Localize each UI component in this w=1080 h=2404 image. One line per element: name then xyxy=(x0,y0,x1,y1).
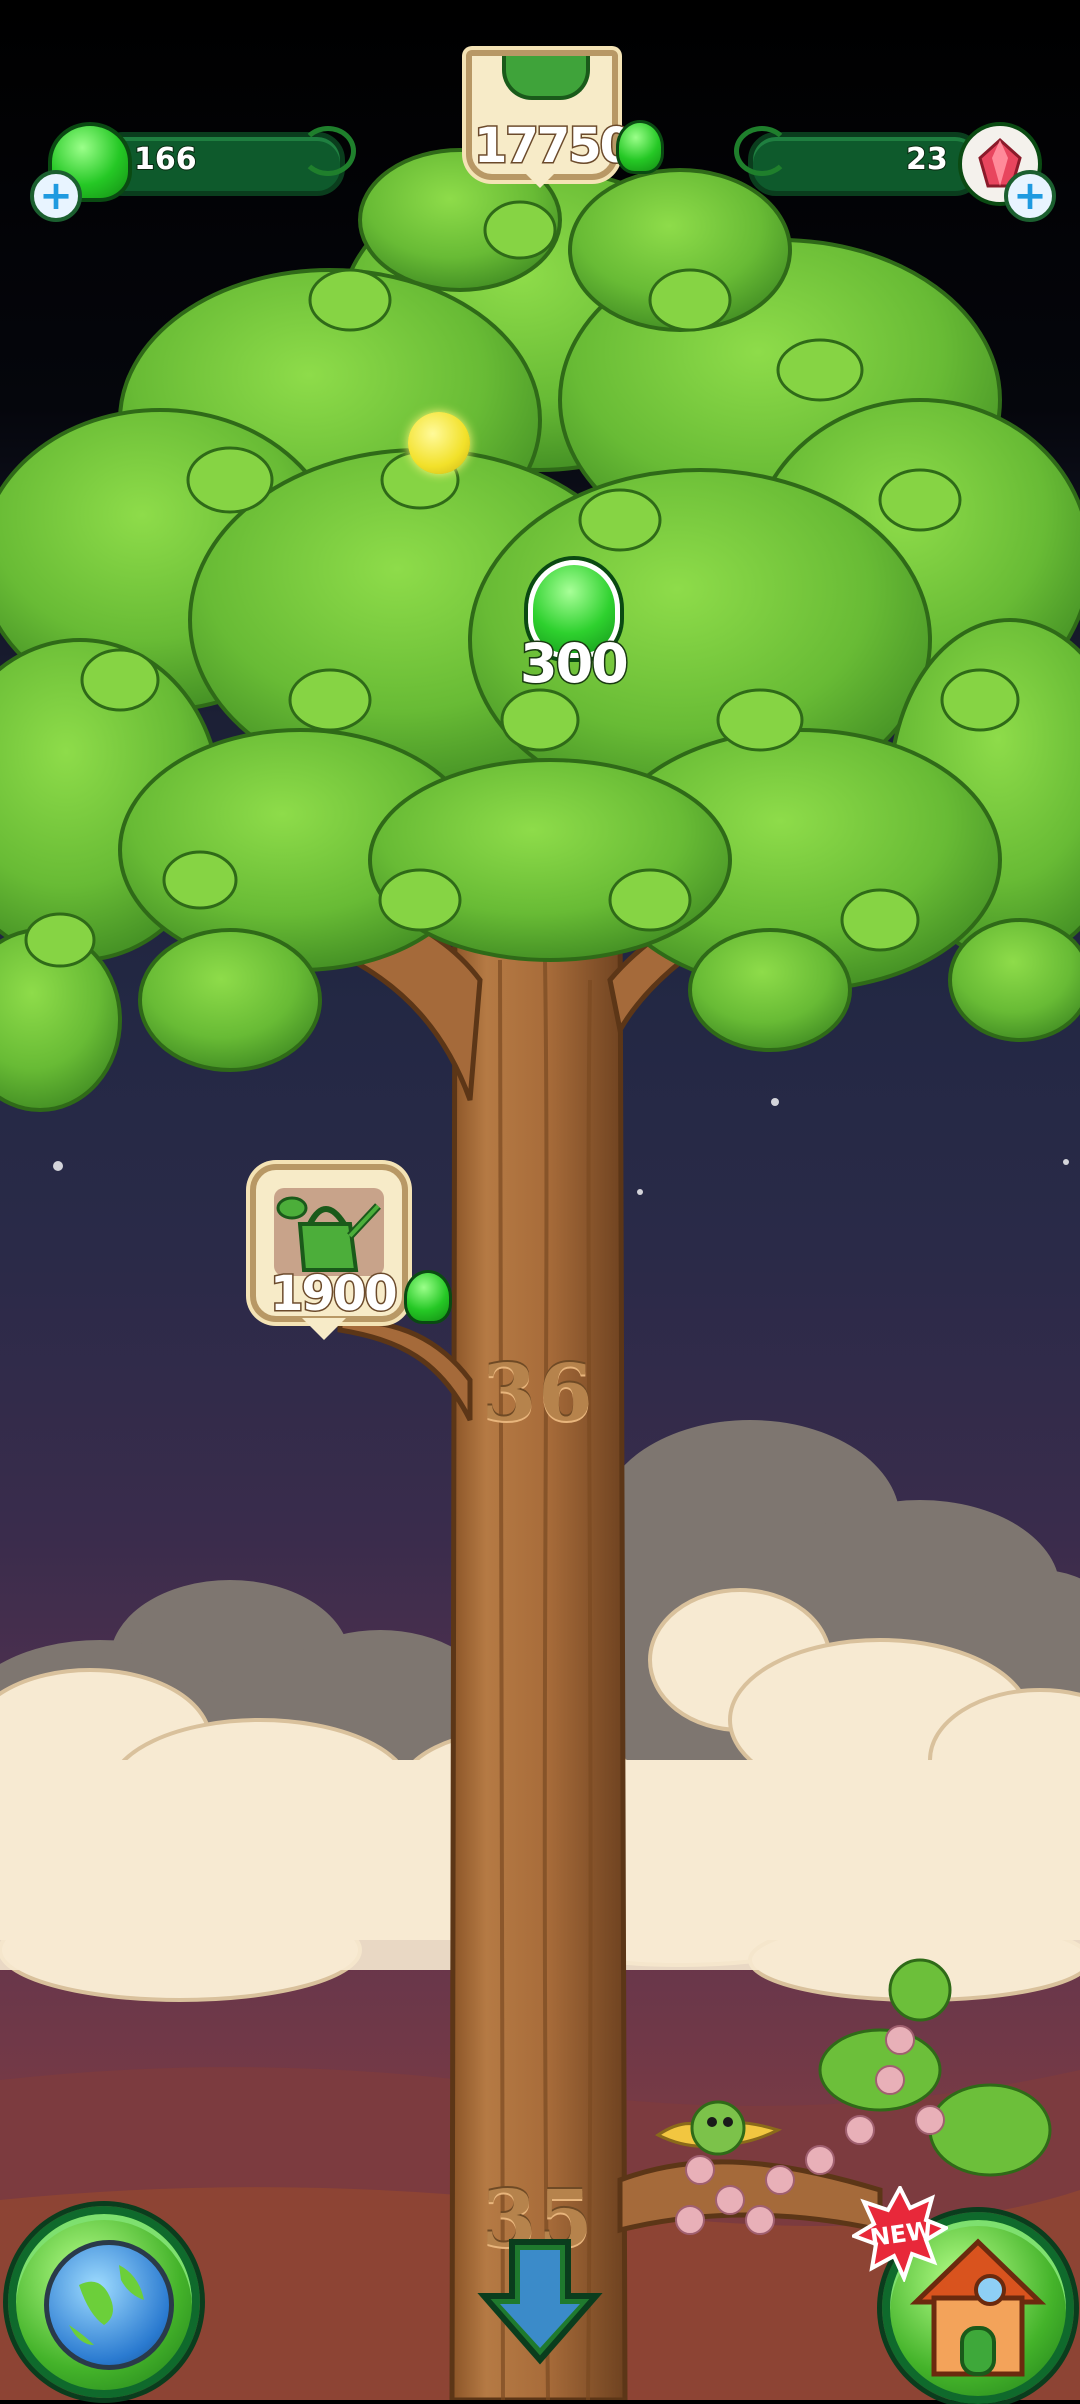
level-number-upper: 36 xyxy=(482,1348,595,1439)
vine-icon xyxy=(300,126,356,176)
next-level-cost: 17750 xyxy=(473,117,635,176)
game-scene-background xyxy=(0,0,1080,2400)
globe-button[interactable] xyxy=(8,2206,200,2398)
jelly-pickup-value: 300 xyxy=(519,631,631,697)
jelly-count: 166 xyxy=(133,141,198,178)
green-bird xyxy=(648,2090,788,2170)
add-gem-button[interactable]: + xyxy=(1004,170,1056,222)
globe-icon xyxy=(44,2240,174,2370)
watering-can-cost: 1900 xyxy=(269,1265,400,1324)
add-jelly-button[interactable]: + xyxy=(30,170,82,222)
green-jelly-icon xyxy=(404,1270,452,1324)
down-arrow-icon xyxy=(477,2239,603,2365)
gem-count: 23 xyxy=(905,141,949,178)
vine-icon xyxy=(734,126,790,176)
new-badge: NEW xyxy=(849,2183,951,2284)
yellow-fruit[interactable] xyxy=(408,412,470,474)
scroll-down-button[interactable] xyxy=(476,2236,604,2366)
watering-can-icon xyxy=(502,56,590,100)
green-jelly-icon xyxy=(616,120,664,174)
